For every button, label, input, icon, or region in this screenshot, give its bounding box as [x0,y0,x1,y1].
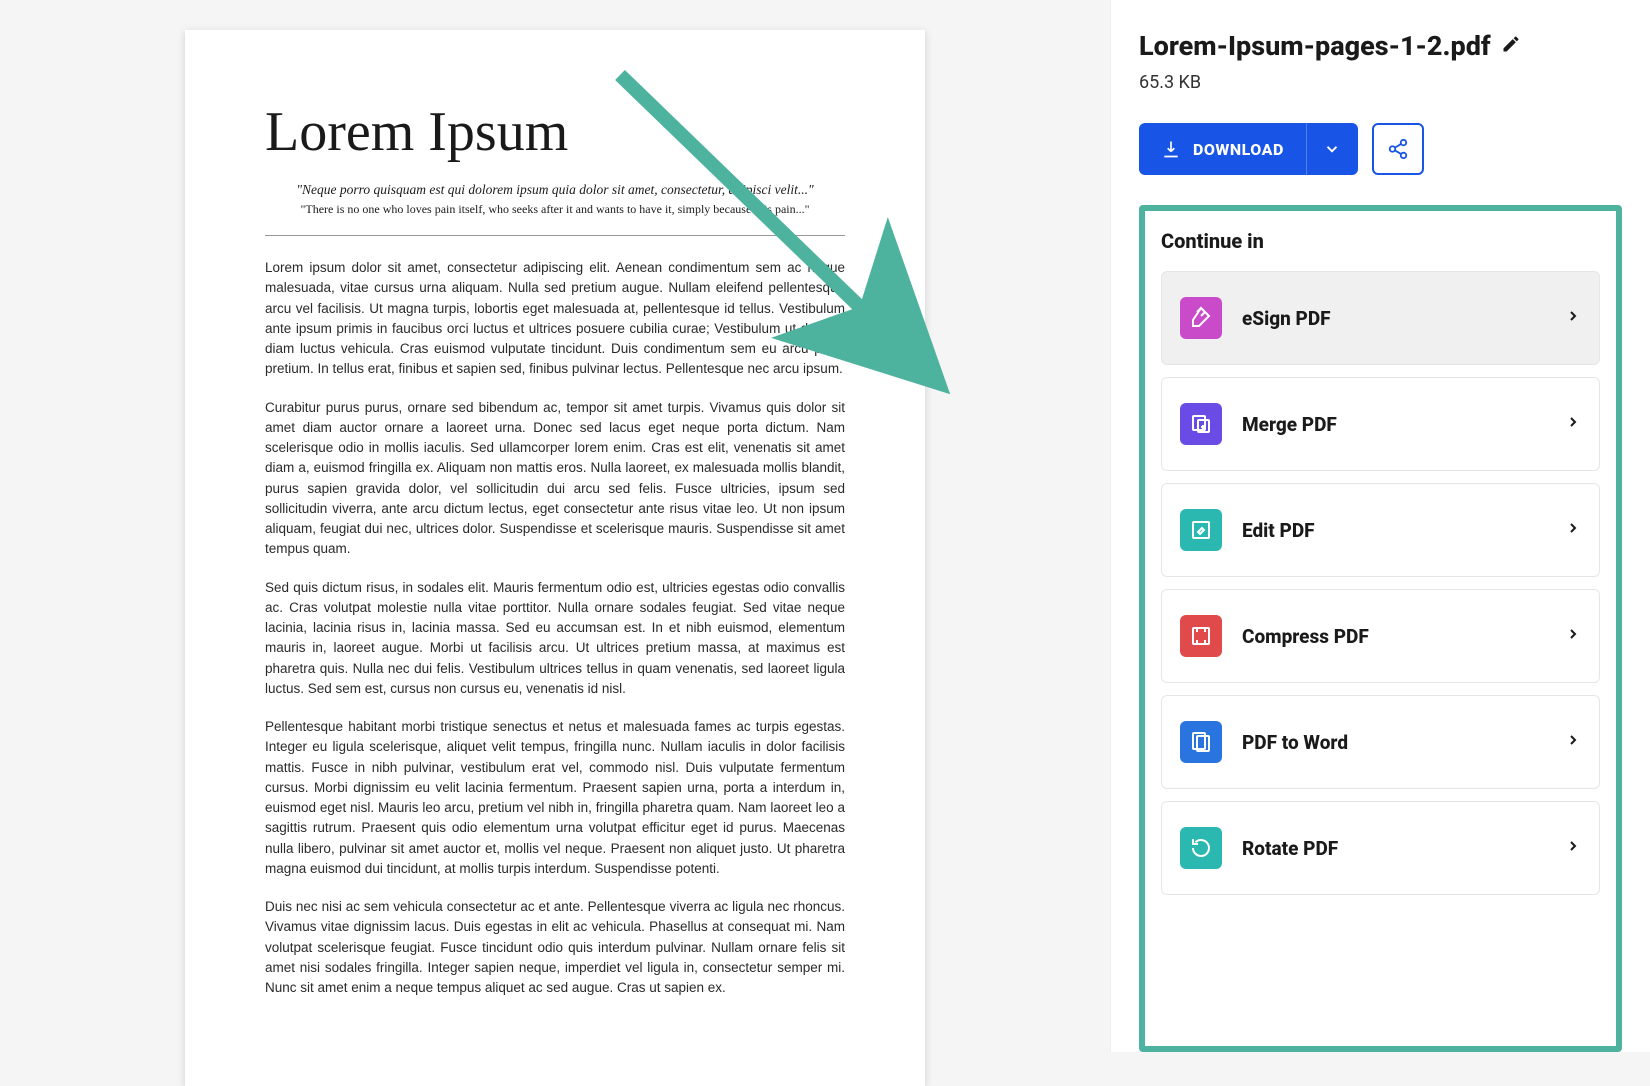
chevron-down-icon [1323,140,1341,158]
edit-filename-icon[interactable] [1501,34,1521,58]
download-icon [1161,139,1181,159]
document-title: Lorem Ipsum [265,100,845,164]
pen-icon [1180,297,1222,339]
document-paragraph: Pellentesque habitant morbi tristique se… [265,717,845,879]
tool-label: Compress PDF [1242,625,1545,648]
rotate-icon [1180,827,1222,869]
merge-icon [1180,403,1222,445]
continue-title: Continue in [1161,229,1600,253]
download-button-group: DOWNLOAD [1139,123,1358,175]
tool-item-compress[interactable]: Compress PDF [1161,589,1600,683]
tool-item-rotate[interactable]: Rotate PDF [1161,801,1600,895]
document-divider [265,235,845,236]
chevron-right-icon [1565,308,1581,328]
chevron-right-icon [1565,838,1581,858]
chevron-right-icon [1565,414,1581,434]
tool-item-word[interactable]: PDF to Word [1161,695,1600,789]
file-size: 65.3 KB [1139,72,1622,93]
tool-label: Rotate PDF [1242,837,1545,860]
tool-label: Merge PDF [1242,413,1545,436]
edit-icon [1180,509,1222,551]
chevron-right-icon [1565,732,1581,752]
document-quote-2: "There is no one who loves pain itself, … [265,202,845,217]
tool-item-merge[interactable]: Merge PDF [1161,377,1600,471]
share-button[interactable] [1372,123,1424,175]
document-paragraph: Duis nec nisi ac sem vehicula consectetu… [265,897,845,998]
tool-item-pen[interactable]: eSign PDF [1161,271,1600,365]
document-quote-1: "Neque porro quisquam est qui dolorem ip… [265,182,845,198]
tool-item-edit[interactable]: Edit PDF [1161,483,1600,577]
share-icon [1387,138,1409,160]
document-paragraph: Sed quis dictum risus, in sodales elit. … [265,578,845,700]
continue-panel: Continue in eSign PDF Merge PDF Edit PDF Co… [1139,205,1622,1052]
word-icon [1180,721,1222,763]
chevron-right-icon [1565,520,1581,540]
tool-label: PDF to Word [1242,731,1545,754]
tool-label: eSign PDF [1242,307,1545,330]
download-button[interactable]: DOWNLOAD [1139,123,1306,175]
file-name: Lorem-Ipsum-pages-1-2.pdf [1139,30,1491,62]
document-paragraph: Lorem ipsum dolor sit amet, consectetur … [265,258,845,380]
chevron-right-icon [1565,626,1581,646]
document-paragraph: Curabitur purus purus, ornare sed bibend… [265,398,845,560]
document-preview: Lorem Ipsum "Neque porro quisquam est qu… [185,30,925,1086]
compress-icon [1180,615,1222,657]
tool-label: Edit PDF [1242,519,1545,542]
download-label: DOWNLOAD [1193,140,1284,159]
download-dropdown-button[interactable] [1306,123,1358,175]
